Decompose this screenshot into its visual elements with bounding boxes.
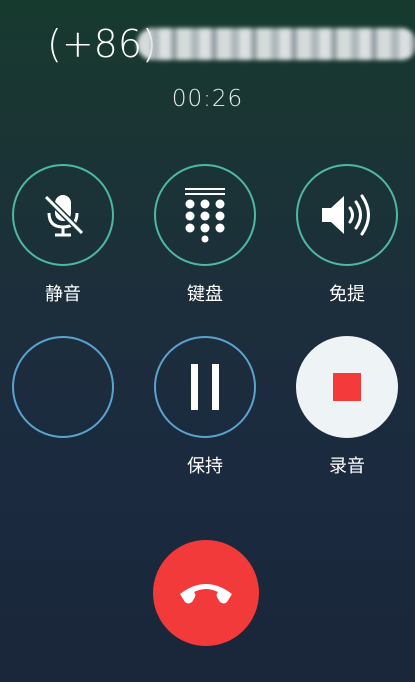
hold-button[interactable] xyxy=(154,336,256,438)
speaker-label: 免提 xyxy=(329,284,365,305)
mic-muted-icon xyxy=(43,194,85,237)
empty-slot-button[interactable] xyxy=(12,336,114,438)
keypad-label: 键盘 xyxy=(187,284,223,305)
caller-number: (+86) xyxy=(47,22,415,66)
hang-up-icon xyxy=(180,584,232,604)
call-duration: 00:26 xyxy=(171,86,244,112)
speaker-icon xyxy=(322,194,370,236)
pause-icon xyxy=(191,364,219,410)
keypad-button[interactable] xyxy=(154,164,256,266)
mute-button[interactable] xyxy=(12,164,114,266)
end-call-button[interactable] xyxy=(153,540,259,646)
speaker-button[interactable] xyxy=(296,164,398,266)
record-icon xyxy=(333,373,361,401)
keypad-icon xyxy=(185,188,225,243)
mute-label: 静音 xyxy=(45,284,81,305)
call-header: (+86) 00:26 xyxy=(0,0,415,130)
hold-label: 保持 xyxy=(187,456,223,477)
blurred-phone-number xyxy=(137,28,415,60)
record-label: 录音 xyxy=(329,456,365,477)
record-button[interactable] xyxy=(296,336,398,438)
